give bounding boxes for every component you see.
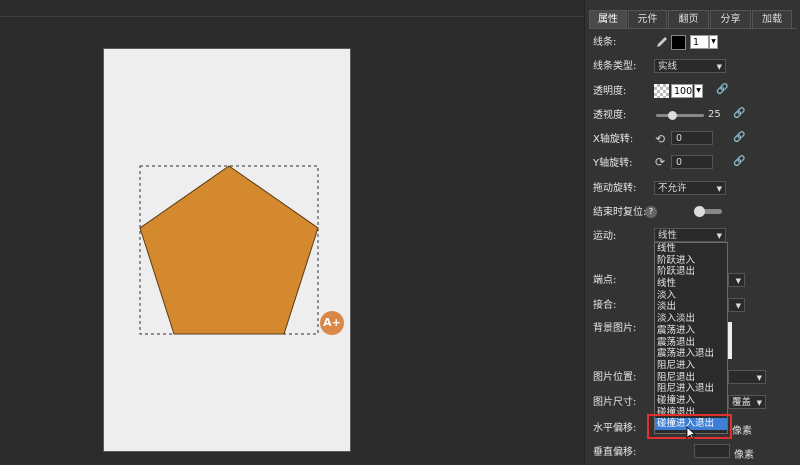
perspective-slider[interactable] [656,114,704,117]
chevron-down-icon: ▼ [735,277,741,285]
v-offset-label: 垂直偏移: [593,447,637,458]
end-reset-toggle-knob[interactable] [694,206,705,217]
motion-dropdown-list[interactable]: 线性 阶跃进入 阶跃退出 线性 淡入 淡出 淡入淡出 震荡进入 震荡退出 震荡进入退出 阻尼进入 阻尼… [654,242,728,434]
endpoint-label: 端点: [593,275,617,286]
v-offset-input[interactable] [694,444,730,458]
h-offset-label: 水平偏移: [593,423,637,434]
chevron-down-icon: ▼ [716,185,722,193]
line-label: 线条: [593,37,617,48]
mouse-cursor-icon [686,426,696,440]
tab-components[interactable]: 元件 [628,10,667,28]
motion-option[interactable]: 淡入 [655,290,727,302]
end-reset-label: 结束时复位: [593,207,647,218]
panel-tabs: 属性 元件 翻页 分享 加载 [589,10,793,28]
perspective-slider-handle[interactable] [667,111,677,120]
motion-select[interactable]: 线性 ▼ [654,228,726,242]
motion-option[interactable]: 碰撞进入 [655,395,727,407]
motion-option[interactable]: 阶跃进入 [655,255,727,267]
perspective-value: 25 [708,109,721,120]
image-size-value: 覆盖 [732,397,752,408]
help-icon[interactable]: ? [645,206,657,218]
join-select[interactable]: ▼ [728,298,745,312]
line-width-dropdown-icon[interactable]: ▼ [709,35,718,49]
x-rotate-label: X轴旋转: [593,134,634,145]
chevron-down-icon: ▼ [756,374,762,382]
drag-rotate-label: 拖动旋转: [593,183,637,194]
x-rotate-icon: ⟲ [655,132,666,146]
opacity-input[interactable]: 100 [671,84,693,98]
tabs-underline [589,28,797,29]
tab-share[interactable]: 分享 [710,10,751,28]
line-type-select[interactable]: 实线 ▼ [654,59,726,73]
y-rotate-input[interactable]: 0 [671,155,713,169]
motion-option[interactable]: 震荡进入退出 [655,348,727,360]
image-position-select[interactable]: ▼ [728,370,766,384]
link-icon[interactable]: 🔗 [733,156,745,167]
chevron-down-icon: ▼ [735,302,741,310]
opacity-dropdown-icon[interactable]: ▼ [694,84,703,98]
motion-option[interactable]: 淡入淡出 [655,313,727,325]
motion-option[interactable]: 阻尼退出 [655,372,727,384]
h-offset-unit: 像素 [732,426,752,437]
motion-option[interactable]: 线性 [655,278,727,290]
line-type-label: 线条类型: [593,61,637,72]
motion-option[interactable]: 震荡退出 [655,337,727,349]
y-rotate-icon: ⟳ [655,155,666,169]
link-icon[interactable]: 🔗 [733,108,745,119]
image-size-label: 图片尺寸: [593,397,637,408]
motion-option[interactable]: 淡出 [655,301,727,313]
line-color-swatch[interactable] [671,35,686,50]
motion-option[interactable]: 线性 [655,243,727,255]
image-position-label: 图片位置: [593,372,637,383]
page-canvas[interactable] [103,48,351,452]
motion-option[interactable]: 阶跃退出 [655,266,727,278]
y-rotate-label: Y轴旋转: [593,158,633,169]
motion-option[interactable]: 震荡进入 [655,325,727,337]
tab-properties[interactable]: 属性 [589,10,627,28]
bg-image-label: 背景图片: [593,323,637,334]
chevron-down-icon: ▼ [716,232,722,240]
motion-option[interactable]: 阻尼进入 [655,360,727,372]
line-width-input[interactable]: 1 [690,35,709,49]
motion-label: 运动: [593,231,617,242]
drag-rotate-select[interactable]: 不允许 ▼ [654,181,726,195]
line-type-value: 实线 [658,61,678,72]
tab-paging[interactable]: 翻页 [668,10,709,28]
opacity-label: 透明度: [593,86,627,97]
join-label: 接合: [593,300,617,311]
transparency-swatch-icon[interactable] [654,84,669,98]
tab-loading[interactable]: 加载 [752,10,792,28]
endpoint-select[interactable]: ▼ [728,273,745,287]
motion-option[interactable]: 阻尼进入退出 [655,383,727,395]
pentagon-shape[interactable] [139,165,319,335]
chevron-down-icon: ▼ [716,63,722,71]
x-rotate-input[interactable]: 0 [671,131,713,145]
animation-add-icon[interactable]: A+ [320,311,344,335]
pencil-icon[interactable] [655,35,669,49]
perspective-label: 透视度: [593,110,627,121]
v-offset-unit: 像素 [734,450,754,461]
drag-rotate-value: 不允许 [658,183,687,194]
image-size-select[interactable]: 覆盖 ▼ [728,395,766,409]
link-icon[interactable]: 🔗 [733,132,745,143]
chevron-down-icon: ▼ [756,399,762,407]
pentagon-shape-layer[interactable] [104,49,352,453]
motion-value: 线性 [658,230,678,241]
link-icon[interactable]: 🔗 [716,84,728,95]
